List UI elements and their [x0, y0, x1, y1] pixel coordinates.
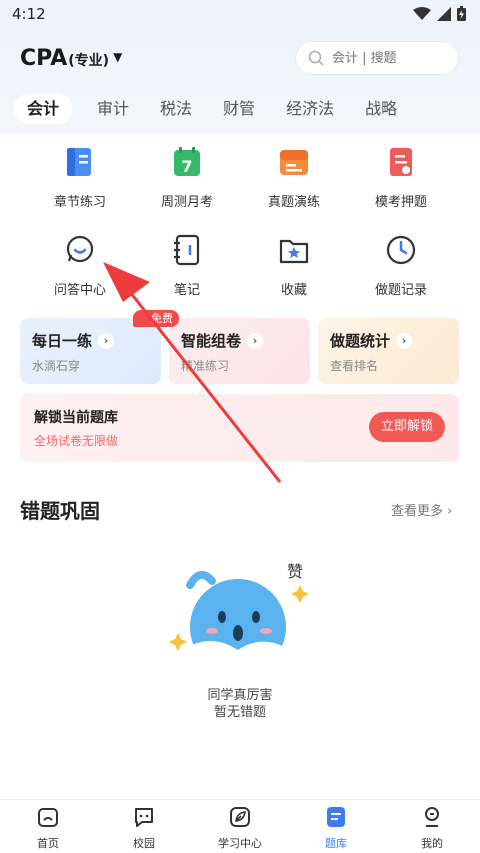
wifi-icon	[413, 6, 431, 20]
notebook-icon	[174, 234, 200, 266]
chevron-right-icon: ›	[396, 332, 413, 349]
nav-home[interactable]: 首页	[0, 800, 96, 853]
tab-strategy[interactable]: 战略	[365, 94, 397, 124]
nav-campus[interactable]: 校园	[96, 800, 192, 853]
grid-label: 模考押题	[374, 195, 427, 210]
clock-icon	[386, 235, 416, 265]
section-title: 错题巩固	[20, 499, 100, 523]
exam-selector[interactable]: CPA (专业) ▼	[20, 46, 122, 71]
card-statistics[interactable]: 做题统计 › 查看排名	[318, 318, 459, 384]
status-bar: 4:12	[0, 0, 480, 28]
subject-tabs: 会计 审计 税法 财管 经济法 战略	[14, 94, 428, 124]
grid-item-past-exams[interactable]: 真题演练	[239, 145, 349, 210]
grid-label: 问答中心	[53, 283, 106, 298]
card-subtitle: 精准练习	[181, 359, 230, 373]
leaf-icon	[230, 807, 250, 827]
nav-label: 题库	[325, 837, 347, 850]
exam-name: CPA	[20, 46, 68, 71]
view-more-label: 查看更多	[391, 504, 444, 519]
card-daily-practice[interactable]: 每日一练 › 水滴石穿	[20, 318, 161, 384]
grid-item-chapter-practice[interactable]: 章节练习	[25, 145, 135, 210]
free-badge: 免费	[133, 310, 179, 327]
bottom-nav: 首页 校园 学习中心 题库 我的	[0, 799, 480, 853]
praise-label: 赞	[287, 562, 303, 581]
card-subtitle: 水滴石穿	[32, 359, 81, 373]
home-icon	[38, 808, 58, 827]
search-icon	[308, 50, 324, 66]
card-smart-paper[interactable]: 智能组卷 › 精准练习	[169, 318, 310, 384]
grid-label: 真题演练	[267, 195, 320, 210]
nav-learning-center[interactable]: 学习中心	[192, 800, 288, 853]
grid-label: 周测月考	[160, 195, 213, 210]
grid-item-favorites[interactable]: 收藏	[239, 233, 349, 298]
grid-item-history[interactable]: 做题记录	[346, 233, 456, 298]
grid-item-qa-center[interactable]: 问答中心	[25, 233, 135, 298]
view-more-link[interactable]: 查看更多 ›	[391, 500, 452, 519]
card-title: 每日一练	[32, 332, 93, 350]
empty-mascot-illustration: 赞	[169, 562, 309, 680]
nav-label: 首页	[37, 837, 59, 850]
grid-label: 笔记	[173, 283, 200, 298]
grid-label: 做题记录	[374, 283, 427, 298]
tab-tax[interactable]: 税法	[160, 94, 192, 124]
tab-finance[interactable]: 财管	[223, 94, 255, 124]
grid-item-notes[interactable]: 笔记	[132, 233, 242, 298]
card-title: 智能组卷	[181, 332, 242, 350]
grid-label: 章节练习	[53, 195, 106, 210]
calendar-7-icon: 7	[174, 147, 200, 176]
grid-item-mock-exam[interactable]: 模考押题	[346, 145, 456, 210]
tab-audit[interactable]: 审计	[97, 94, 129, 124]
chevron-right-icon: ›	[447, 504, 453, 519]
nav-label: 校园	[133, 837, 155, 850]
grid-label: 收藏	[280, 283, 307, 298]
card-title: 做题统计	[330, 332, 391, 350]
exam-paper-icon	[280, 150, 308, 175]
question-bank-icon	[327, 807, 345, 827]
mock-exam-icon	[390, 148, 412, 176]
empty-message-line2: 暂无错题	[213, 705, 266, 720]
status-time: 4:12	[12, 5, 46, 23]
tab-accounting[interactable]: 会计	[14, 94, 73, 124]
battery-icon	[457, 6, 466, 21]
cellular-signal-icon	[437, 6, 451, 21]
chevron-right-icon: ›	[247, 332, 264, 349]
chat-bubble-icon	[135, 808, 153, 827]
caret-down-icon: ▼	[113, 50, 123, 64]
tab-economic-law[interactable]: 经济法	[286, 94, 334, 124]
nav-profile[interactable]: 我的	[384, 800, 480, 853]
unlock-button[interactable]: 立即解锁	[369, 412, 445, 442]
chapter-book-icon	[67, 148, 91, 176]
card-subtitle: 查看排名	[330, 359, 379, 373]
search-box[interactable]	[295, 41, 459, 75]
search-input[interactable]	[332, 50, 442, 66]
qa-chat-icon	[66, 235, 94, 263]
nav-label: 我的	[421, 837, 443, 850]
nav-question-bank[interactable]: 题库	[288, 800, 384, 853]
status-icons	[413, 6, 466, 21]
chevron-right-icon: ›	[98, 332, 115, 349]
grid-item-weekly-monthly[interactable]: 7 周测月考	[132, 145, 242, 210]
svg-text:7: 7	[181, 157, 192, 176]
unlock-banner: 解锁当前题库 全场试卷无限做 立即解锁	[20, 394, 459, 462]
star-folder-icon	[279, 239, 309, 264]
profile-icon	[425, 807, 439, 827]
exam-sub: (专业)	[68, 53, 110, 69]
nav-label: 学习中心	[218, 837, 262, 850]
